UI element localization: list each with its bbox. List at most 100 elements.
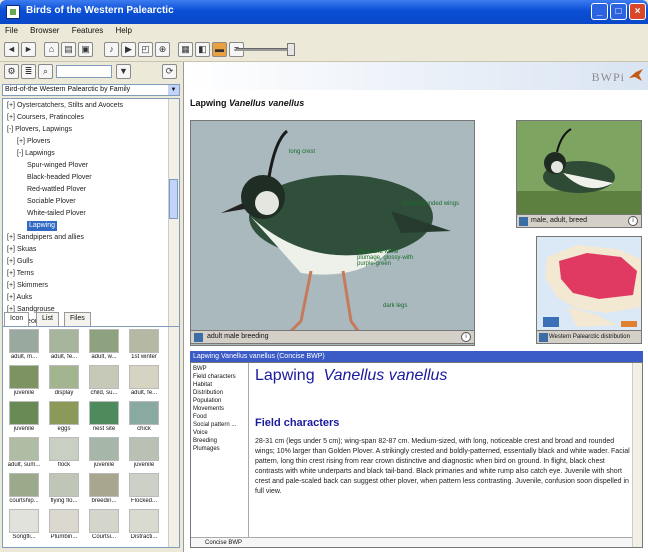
close-button[interactable]: × xyxy=(629,3,646,20)
toc-item[interactable]: Food xyxy=(193,413,246,421)
thumbnail[interactable]: adult, fe... xyxy=(47,329,81,367)
thumbnail[interactable]: breedin... xyxy=(87,473,121,511)
distribution-map[interactable] xyxy=(536,236,642,332)
tree-item[interactable]: [+] Coursers, Pratincoles xyxy=(7,113,84,123)
toc-item[interactable]: Population xyxy=(193,397,246,405)
tree-vertical-scrollbar[interactable] xyxy=(168,99,179,337)
expand-icon[interactable]: [+] xyxy=(7,258,17,265)
expand-icon[interactable]: [+] xyxy=(17,138,27,145)
minimize-button[interactable]: _ xyxy=(591,3,608,20)
toc-item[interactable]: Plumages xyxy=(193,445,246,453)
toc-item[interactable]: Voice xyxy=(193,429,246,437)
chevron-down-icon[interactable]: ▼ xyxy=(168,85,179,95)
sync-icon[interactable]: ⟳ xyxy=(162,64,177,79)
toc-item[interactable]: Distribution xyxy=(193,389,246,397)
species-tree[interactable]: [+] Oystercatchers, Stilts and Avocets [+… xyxy=(2,98,180,338)
text-scrollbar[interactable] xyxy=(632,363,642,547)
expand-icon[interactable]: [+] xyxy=(7,282,17,289)
toc-item[interactable]: Breeding xyxy=(193,437,246,445)
thumbnail[interactable]: juvenile xyxy=(127,437,161,475)
list-view-icon[interactable]: ≣ xyxy=(21,64,36,79)
sound-icon[interactable]: ♪ xyxy=(104,42,119,57)
thumbnail[interactable]: nest site xyxy=(87,401,121,439)
thumbnail[interactable]: Distracti... xyxy=(127,509,161,547)
thumbnail[interactable]: adult, m... xyxy=(7,329,41,367)
zoom-icon[interactable]: ⊕ xyxy=(155,42,170,57)
main-illustration[interactable]: long crest black and white plumage, glos… xyxy=(190,120,475,346)
tab-files[interactable]: Files xyxy=(64,312,91,326)
tree-item[interactable]: Black-headed Plover xyxy=(27,173,92,183)
tab-list[interactable]: List xyxy=(36,312,59,326)
expand-icon[interactable]: [+] xyxy=(7,102,17,109)
thumbnail[interactable]: flock xyxy=(47,437,81,475)
thumbnail[interactable]: Plumbin... xyxy=(47,509,81,547)
thumbnail[interactable]: flying flo... xyxy=(47,473,81,511)
tree-item[interactable]: [+] Auks xyxy=(7,293,32,303)
info-icon[interactable]: i xyxy=(628,216,638,226)
thumbnail[interactable]: chick xyxy=(127,401,161,439)
tree-item[interactable]: Spur-winged Plover xyxy=(27,161,88,171)
thumbnail[interactable]: adult, fe... xyxy=(127,365,161,403)
tab-icon[interactable]: Icon xyxy=(4,312,30,326)
thumbnail[interactable]: adult, sum... xyxy=(7,437,41,475)
map-icon[interactable]: ◰ xyxy=(138,42,153,57)
thumbnail[interactable]: child, su... xyxy=(87,365,121,403)
tree-item[interactable]: [-] Plovers, Lapwings xyxy=(7,125,72,135)
tree-item[interactable]: White-tailed Plover xyxy=(27,209,86,219)
thumbnail[interactable]: juvenile xyxy=(87,437,121,475)
menu-browser[interactable]: Browser xyxy=(25,24,64,37)
tree-item[interactable]: [+] Plovers xyxy=(17,137,50,147)
side-photo[interactable] xyxy=(516,120,642,220)
forward-icon[interactable]: ► xyxy=(21,42,36,57)
tree-item[interactable]: [+] Gulls xyxy=(7,257,33,267)
video-icon[interactable]: ▶ xyxy=(121,42,136,57)
photo-icon[interactable]: ◧ xyxy=(195,42,210,57)
thumbnail[interactable]: juvenile xyxy=(7,365,41,403)
tree-scroll-thumb[interactable] xyxy=(169,179,178,219)
filter-icon[interactable]: ▼ xyxy=(116,64,131,79)
expand-icon[interactable]: [+] xyxy=(7,294,17,301)
zoom-slider-thumb[interactable] xyxy=(287,43,295,56)
maximize-button[interactable]: □ xyxy=(610,3,627,20)
family-select[interactable]: Bird-of-the Western Palearctic by Family… xyxy=(2,84,180,96)
expand-icon[interactable]: [+] xyxy=(7,246,17,253)
thumbnail[interactable]: eggs xyxy=(47,401,81,439)
copy-icon[interactable]: ▣ xyxy=(78,42,93,57)
menu-file[interactable]: File xyxy=(0,24,23,37)
tree-item[interactable]: [+] Oystercatchers, Stilts and Avocets xyxy=(7,101,123,111)
toc-item[interactable]: BWP xyxy=(193,365,246,373)
tree-view-icon[interactable]: ⚙ xyxy=(4,64,19,79)
menu-help[interactable]: Help xyxy=(111,24,137,37)
expand-icon[interactable]: [+] xyxy=(7,234,17,241)
thumbnail[interactable]: Flocked... xyxy=(127,473,161,511)
thumbnail[interactable]: display xyxy=(47,365,81,403)
thumbnail-scrollbar[interactable] xyxy=(168,327,179,547)
search-input[interactable] xyxy=(56,65,112,78)
toc-item[interactable]: Field characters xyxy=(193,373,246,381)
collapse-icon[interactable]: [-] xyxy=(7,126,15,133)
notes-icon[interactable]: ▬ xyxy=(212,42,227,57)
print-icon[interactable]: ▤ xyxy=(61,42,76,57)
expand-icon[interactable]: [+] xyxy=(7,114,17,121)
home-icon[interactable]: ⌂ xyxy=(44,42,59,57)
thumbnail[interactable]: 1st winter xyxy=(127,329,161,367)
thumbnail[interactable]: juvenile xyxy=(7,401,41,439)
collapse-icon[interactable]: [-] xyxy=(17,150,25,157)
menu-features[interactable]: Features xyxy=(67,24,109,37)
tree-item[interactable]: [+] Terns xyxy=(7,269,34,279)
toc-item[interactable]: Habitat xyxy=(193,381,246,389)
thumbnail[interactable]: Courtsi... xyxy=(87,509,121,547)
info-icon[interactable]: i xyxy=(461,332,471,342)
toc-item[interactable]: Movements xyxy=(193,405,246,413)
search-icon[interactable]: ⌕ xyxy=(38,64,53,79)
thumbnail[interactable]: courtship... xyxy=(7,473,41,511)
tree-item[interactable]: Sociable Plover xyxy=(27,197,76,207)
tree-item[interactable]: Red-wattled Plover xyxy=(27,185,86,195)
tree-item[interactable]: Lapwing xyxy=(27,221,58,231)
toc-item[interactable]: Social pattern ... xyxy=(193,421,246,429)
expand-icon[interactable]: [+] xyxy=(7,270,17,277)
back-icon[interactable]: ◄ xyxy=(4,42,19,57)
thumbnail[interactable]: adult, w... xyxy=(87,329,121,367)
layout-icon[interactable]: ▦ xyxy=(178,42,193,57)
tree-item[interactable]: [-] Lapwings xyxy=(17,149,55,159)
